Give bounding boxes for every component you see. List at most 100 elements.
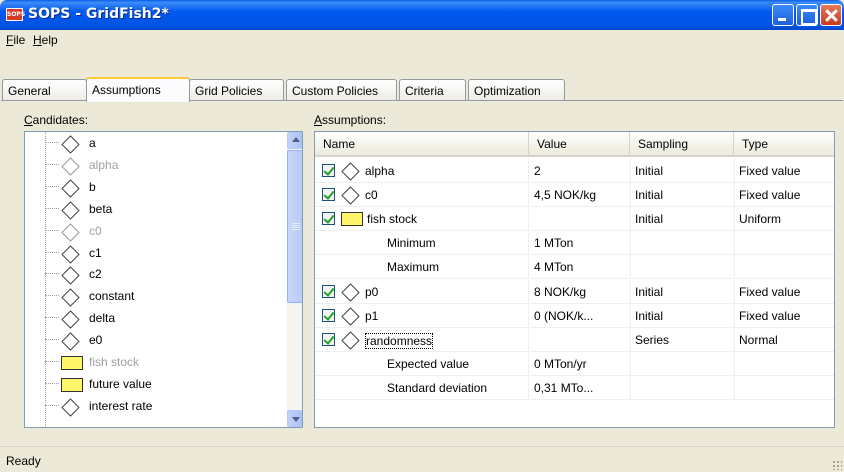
- candidate-item[interactable]: b: [25, 177, 285, 198]
- candidates-label: Candidates:: [24, 113, 89, 127]
- table-row[interactable]: Maximum: [315, 255, 529, 280]
- cell-type[interactable]: Fixed value: [735, 280, 834, 304]
- enabled-checkbox[interactable]: [322, 332, 335, 346]
- cell-value[interactable]: [530, 207, 631, 232]
- maximize-button[interactable]: [796, 4, 818, 26]
- close-button[interactable]: [820, 4, 842, 26]
- candidate-item[interactable]: c1: [25, 243, 285, 264]
- cell-type[interactable]: Fixed value: [735, 159, 834, 183]
- candidate-item[interactable]: alpha: [25, 155, 285, 176]
- cell-name: p1: [365, 308, 379, 323]
- candidates-tree[interactable]: a alpha b beta c0 c1 c2 constant delta e0 fish sto…: [24, 131, 303, 428]
- candidate-label: a: [89, 136, 96, 150]
- title-bar[interactable]: SOPS SOPS - GridFish2*: [0, 0, 844, 30]
- cell-value[interactable]: 0,31 MTo...: [530, 375, 631, 400]
- candidate-item[interactable]: constant: [25, 286, 285, 307]
- column-header-name[interactable]: Name: [315, 132, 529, 157]
- cell-type[interactable]: Fixed value: [735, 304, 834, 328]
- menu-bar: File Help: [0, 30, 844, 50]
- assumptions-label: Assumptions:: [314, 113, 387, 127]
- tab-criteria[interactable]: Criteria: [399, 79, 466, 101]
- cell-sampling[interactable]: [631, 375, 735, 400]
- cell-type[interactable]: [735, 376, 834, 400]
- table-row[interactable]: Minimum: [315, 231, 529, 256]
- cell-sampling[interactable]: Initial: [631, 303, 735, 328]
- yellow-box-icon: [61, 354, 83, 370]
- column-header-sampling[interactable]: Sampling: [630, 132, 734, 157]
- cell-type[interactable]: Normal: [735, 328, 834, 352]
- table-row[interactable]: fish stock: [315, 207, 529, 232]
- table-row[interactable]: p1: [315, 303, 529, 328]
- table-row[interactable]: Standard deviation: [315, 375, 529, 400]
- enabled-checkbox[interactable]: [322, 164, 335, 177]
- cell-name: fish stock: [367, 212, 418, 227]
- table-row[interactable]: c0: [315, 183, 529, 208]
- cell-sampling[interactable]: Initial: [631, 183, 735, 208]
- enabled-checkbox[interactable]: [322, 188, 335, 202]
- menu-file[interactable]: File: [6, 33, 25, 47]
- cell-value[interactable]: 2: [530, 159, 631, 183]
- cell-sampling[interactable]: Series: [631, 327, 735, 352]
- cell-sampling[interactable]: Initial: [631, 159, 735, 183]
- scroll-thumb[interactable]: [287, 150, 302, 303]
- candidate-item[interactable]: beta: [25, 199, 285, 220]
- candidate-item[interactable]: c2: [25, 264, 285, 286]
- tab-assumptions[interactable]: Assumptions: [86, 77, 190, 102]
- column-header-value[interactable]: Value: [529, 132, 630, 157]
- candidate-label: c0: [89, 223, 102, 238]
- cell-type[interactable]: Fixed value: [735, 183, 834, 208]
- minimize-button[interactable]: [772, 4, 794, 26]
- cell-type[interactable]: Uniform: [735, 207, 834, 232]
- table-row[interactable]: p0: [315, 279, 529, 304]
- diamond-icon: [341, 330, 360, 350]
- candidate-item[interactable]: interest rate: [25, 396, 285, 417]
- enabled-checkbox[interactable]: [322, 212, 335, 226]
- cell-value[interactable]: 1 MTon: [530, 231, 631, 256]
- diamond-icon: [61, 266, 80, 286]
- cell-value[interactable]: 0 MTon/yr: [530, 351, 631, 376]
- cell-sampling[interactable]: [631, 255, 735, 280]
- enabled-checkbox[interactable]: [322, 284, 335, 298]
- tab-grid-policies[interactable]: Grid Policies: [189, 79, 284, 101]
- candidate-item[interactable]: delta: [25, 308, 285, 329]
- tab-custom-policies[interactable]: Custom Policies: [286, 79, 397, 101]
- diamond-icon: [61, 135, 80, 154]
- candidates-list: a alpha b beta c0 c1 c2 constant delta e0 fish sto…: [25, 132, 285, 427]
- cell-sampling[interactable]: [631, 351, 735, 376]
- enabled-checkbox[interactable]: [322, 308, 335, 322]
- table-row[interactable]: randomness: [315, 327, 529, 352]
- cell-type[interactable]: [735, 255, 834, 280]
- cell-value[interactable]: 0 (NOK/k...: [530, 303, 631, 328]
- cell-value[interactable]: [530, 327, 631, 352]
- candidate-item[interactable]: fish stock: [25, 352, 285, 372]
- cell-name: Maximum: [387, 260, 440, 275]
- diamond-icon: [61, 398, 80, 417]
- scroll-up-button[interactable]: [287, 132, 302, 149]
- diamond-icon: [61, 288, 80, 307]
- tab-general[interactable]: General: [2, 79, 87, 101]
- candidate-item[interactable]: e0: [25, 330, 285, 351]
- cell-type[interactable]: [735, 352, 834, 376]
- candidates-scrollbar[interactable]: [287, 132, 302, 427]
- table-row[interactable]: Expected value: [315, 351, 529, 376]
- menu-help[interactable]: Help: [33, 33, 58, 47]
- resize-grip-icon[interactable]: [832, 460, 842, 470]
- diamond-icon: [61, 157, 80, 176]
- candidate-item[interactable]: a: [25, 133, 285, 154]
- cell-value[interactable]: 4 MTon: [530, 255, 631, 280]
- candidate-item[interactable]: future value: [25, 374, 285, 394]
- column-header-type[interactable]: Type: [734, 132, 834, 157]
- assumptions-grid[interactable]: Name Value Sampling Type alpha 2 Initial Fi…: [314, 131, 835, 428]
- cell-sampling[interactable]: Initial: [631, 207, 735, 232]
- table-row[interactable]: alpha: [315, 159, 529, 183]
- cell-type[interactable]: [735, 231, 834, 256]
- cell-sampling[interactable]: [631, 231, 735, 256]
- scroll-down-button[interactable]: [287, 410, 302, 427]
- tab-strip: General Assumptions Grid Policies Custom…: [0, 50, 844, 102]
- tab-optimization[interactable]: Optimization: [468, 79, 565, 101]
- yellow-box-icon: [61, 376, 83, 392]
- cell-value[interactable]: 4,5 NOK/kg: [530, 183, 631, 208]
- cell-sampling[interactable]: Initial: [631, 279, 735, 304]
- candidate-item[interactable]: c0: [25, 221, 285, 242]
- cell-value[interactable]: 8 NOK/kg: [530, 279, 631, 304]
